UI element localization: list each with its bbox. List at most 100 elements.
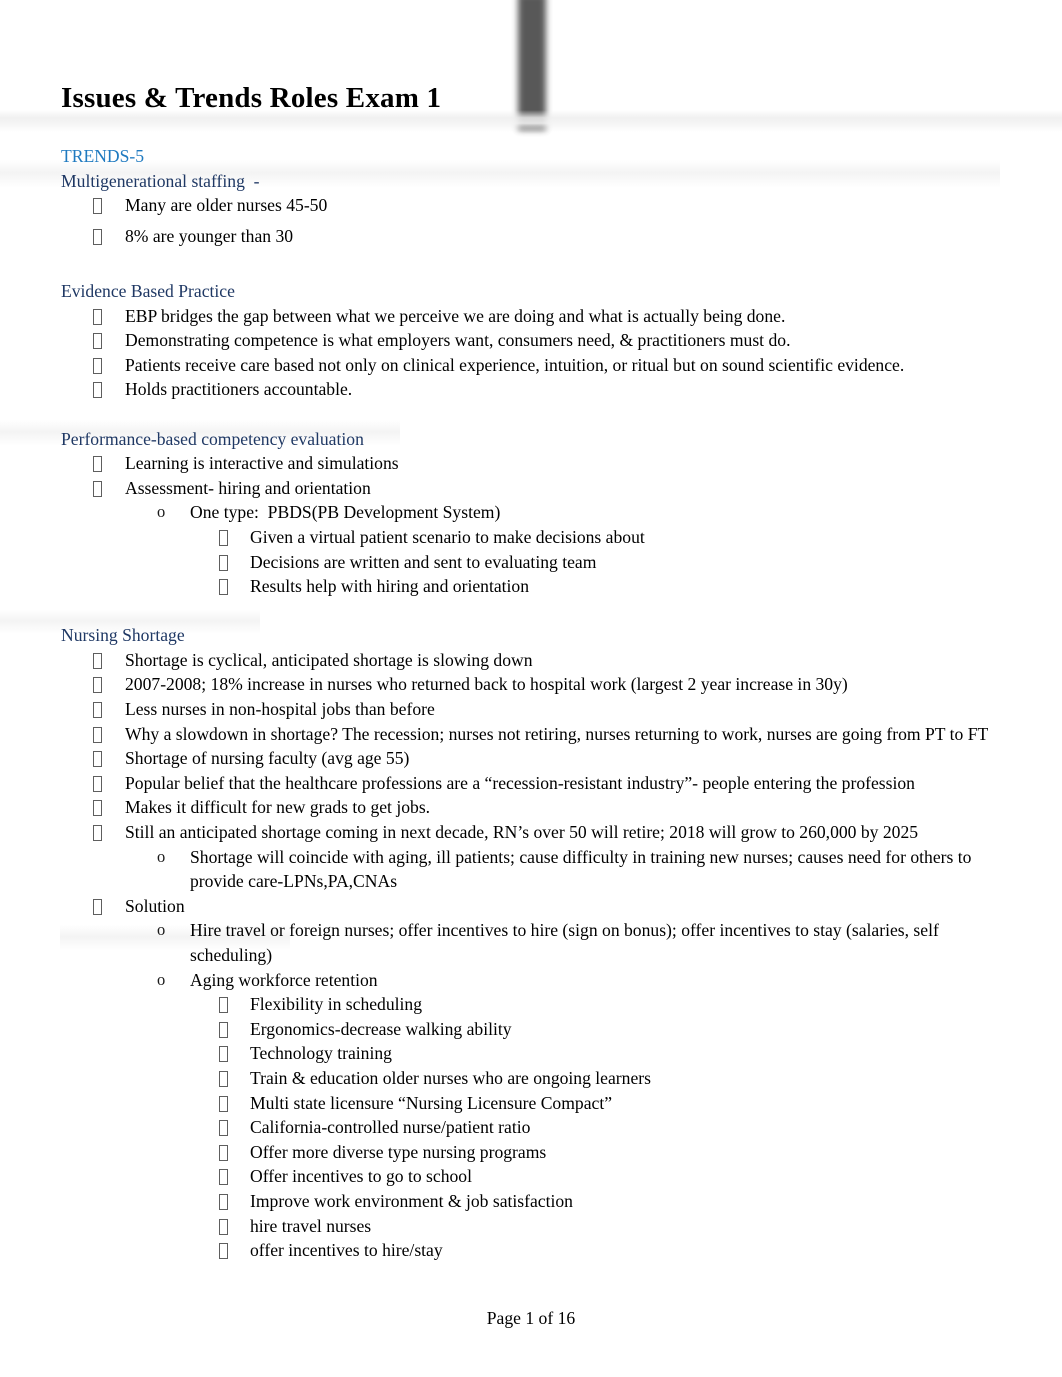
section-heading: Nursing Shortage	[61, 625, 185, 646]
tofu-box-icon	[93, 677, 102, 694]
list-marker-tofu-icon	[93, 771, 125, 796]
list-item: 2007-2008; 18% increase in nurses who re…	[61, 672, 1001, 697]
tofu-box-icon	[219, 1070, 228, 1087]
tofu-box-icon	[219, 1120, 228, 1137]
list-marker-tofu-icon	[93, 476, 125, 501]
list-marker-tofu-icon	[219, 574, 250, 599]
list-marker-tofu-icon	[219, 1189, 250, 1214]
list-item-text: Assessment- hiring and orientation	[125, 477, 371, 498]
list-item-text: Hire travel or foreign nurses; offer inc…	[190, 920, 944, 965]
list-item: hire travel nurses	[61, 1214, 1001, 1239]
list-item: EBP bridges the gap between what we perc…	[61, 304, 1001, 329]
list-marker-tofu-icon	[219, 1164, 250, 1189]
list-item-text: Demonstrating competence is what employe…	[125, 330, 791, 351]
list-item-text: Makes it difficult for new grads to get …	[125, 797, 431, 818]
list-item: Decisions are written and sent to evalua…	[61, 550, 1001, 575]
list-marker-tofu-icon	[93, 451, 125, 476]
list-item-text: Popular belief that the healthcare profe…	[125, 772, 915, 793]
page-footer: Page 1 of 16	[486, 1308, 576, 1328]
list-item: Learning is interactive and simulations	[61, 451, 1001, 476]
tofu-box-icon	[219, 1046, 228, 1063]
tofu-box-icon	[93, 898, 102, 915]
tofu-box-icon	[219, 1144, 228, 1161]
header-divider	[0, 110, 1062, 132]
list-marker-tofu-icon	[93, 224, 125, 249]
tofu-box-icon	[219, 529, 228, 546]
list-item-text: Results help with hiring and orientation	[250, 576, 530, 597]
list-item-text: One type: PBDS(PB Development System)	[190, 502, 501, 523]
list-marker-tofu-icon	[93, 353, 125, 378]
list-marker-tofu-icon	[219, 1091, 250, 1116]
tofu-box-icon	[219, 1021, 228, 1038]
tofu-box-icon	[219, 554, 228, 571]
list-item-text: hire travel nurses	[250, 1215, 372, 1236]
list-item-text: EBP bridges the gap between what we perc…	[125, 305, 786, 326]
list-item: Patients receive care based not only on …	[61, 353, 1001, 378]
tofu-box-icon	[219, 1218, 228, 1235]
tofu-box-icon	[93, 800, 102, 817]
list-item-text: Offer more diverse type nursing programs	[250, 1141, 547, 1162]
list-item-text: Shortage of nursing faculty (avg age 55)	[125, 748, 410, 769]
list-item-text: 2007-2008; 18% increase in nurses who re…	[125, 674, 848, 695]
list-marker-tofu-icon	[219, 525, 250, 550]
list-item-text: Many are older nurses 45-50	[125, 195, 328, 216]
list-item: Offer incentives to go to school	[61, 1164, 1001, 1189]
list-item-text: Aging workforce retention	[190, 969, 378, 990]
tofu-box-icon	[219, 1193, 228, 1210]
list-item: Flexibility in scheduling	[61, 992, 1001, 1017]
list-marker-tofu-icon	[93, 746, 125, 771]
list-item: o Hire travel or foreign nurses; offer in…	[61, 918, 1001, 967]
list-item-text: Given a virtual patient scenario to make…	[250, 526, 645, 547]
tofu-box-icon	[219, 1169, 228, 1186]
list-item-text: offer incentives to hire/stay	[250, 1240, 443, 1261]
list-item: Shortage is cyclical, anticipated shorta…	[61, 648, 1001, 673]
list-marker-tofu-icon	[219, 1017, 250, 1042]
list-marker-tofu-icon	[93, 820, 125, 845]
tofu-box-icon	[219, 1095, 228, 1112]
list-marker-tofu-icon	[219, 992, 250, 1017]
tofu-box-icon	[219, 997, 228, 1014]
list-marker-tofu-icon	[93, 328, 125, 353]
list-item-text: Shortage is cyclical, anticipated shorta…	[125, 649, 533, 670]
tofu-box-icon	[93, 825, 102, 842]
list-marker-tofu-icon	[93, 377, 125, 402]
list-item: Popular belief that the healthcare profe…	[61, 771, 1001, 796]
list-item-text: Less nurses in non-hospital jobs than be…	[125, 699, 435, 720]
list-item: Makes it difficult for new grads to get …	[61, 795, 1001, 820]
list-marker-letter-o: o	[157, 920, 166, 940]
list-marker-tofu-icon	[219, 1115, 250, 1140]
list-item: 8% are younger than 30	[61, 224, 1001, 249]
list-item: o Shortage will coincide with aging, ill …	[61, 845, 1001, 894]
list-item-text: Holds practitioners accountable.	[125, 379, 353, 400]
list-item-text: Solution	[125, 895, 185, 916]
list-item-text: Learning is interactive and simulations	[125, 453, 399, 474]
list-marker-letter-o: o	[157, 846, 166, 866]
list-marker-tofu-icon	[219, 550, 250, 575]
list-marker-tofu-icon	[219, 1041, 250, 1066]
tofu-box-icon	[93, 456, 102, 473]
list-item: Train & education older nurses who are o…	[61, 1066, 1001, 1091]
list-item: Assessment- hiring and orientation	[61, 476, 1001, 501]
tofu-box-icon	[93, 382, 102, 399]
list-marker-tofu-icon	[93, 795, 125, 820]
list-marker-tofu-icon	[93, 722, 125, 747]
tofu-box-icon	[93, 726, 102, 743]
tofu-box-icon	[93, 652, 102, 669]
list-item-text: Train & education older nurses who are o…	[250, 1067, 651, 1088]
list-item: o One type: PBDS(PB Development System)	[61, 500, 1001, 525]
list-marker-tofu-icon	[93, 193, 125, 218]
list-item-text: Decisions are written and sent to evalua…	[250, 551, 597, 572]
list-item: Many are older nurses 45-50	[61, 193, 1001, 218]
list-marker-tofu-icon	[93, 672, 125, 697]
list-item: Offer more diverse type nursing programs	[61, 1140, 1001, 1165]
list-item: Technology training	[61, 1041, 1001, 1066]
tofu-box-icon	[93, 775, 102, 792]
list-item: Shortage of nursing faculty (avg age 55)	[61, 746, 1001, 771]
list-marker-letter-o: o	[157, 502, 166, 522]
section-heading: Evidence Based Practice	[61, 280, 235, 301]
document-body: TRENDS-5 Multigenerational staffing - Many…	[61, 144, 1001, 1263]
list-item-text: Technology training	[250, 1043, 392, 1064]
